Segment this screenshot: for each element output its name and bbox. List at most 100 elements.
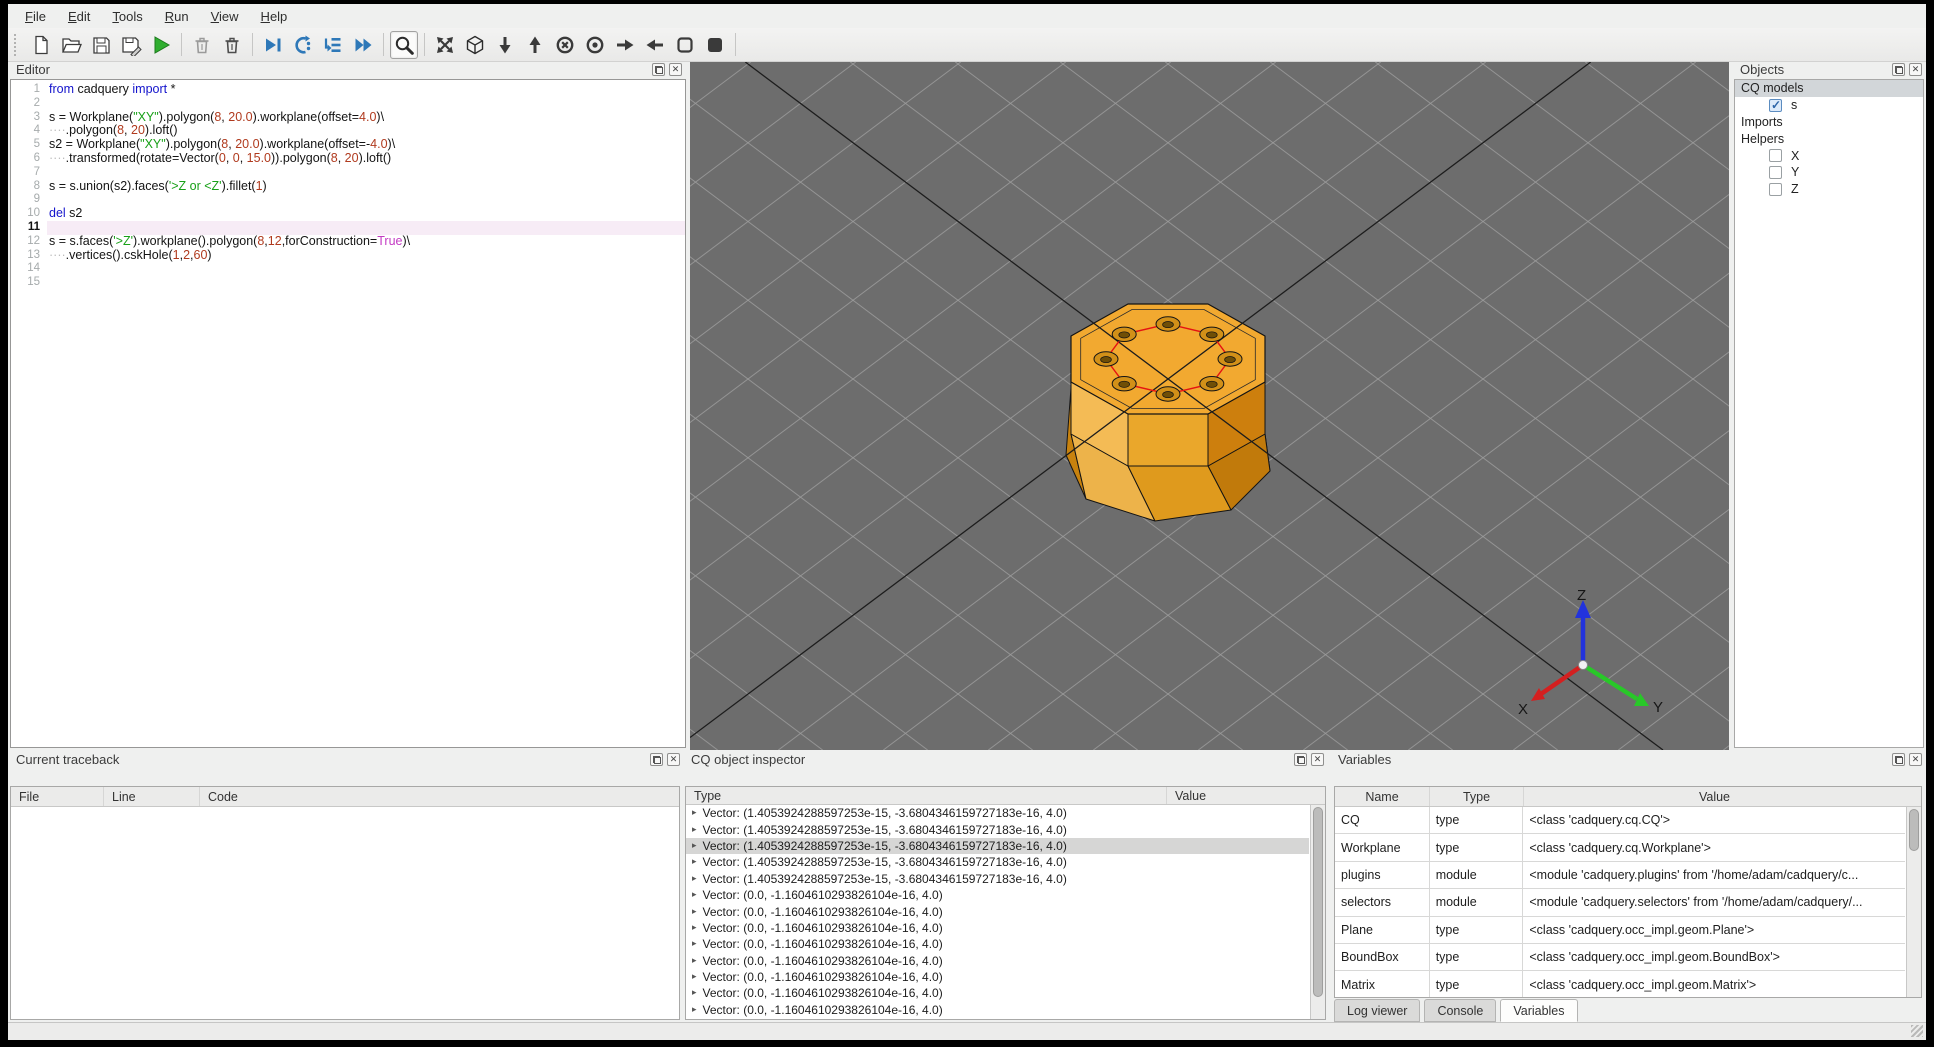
inspector-row[interactable]: ▸ Vector: (0.0, -1.1604610293826104e-16, …	[686, 903, 1309, 919]
code-line-10[interactable]: 10 del s2	[11, 206, 685, 221]
viewport-3d[interactable]: Z X Y	[690, 62, 1729, 750]
save-as-button[interactable]	[117, 31, 145, 59]
code-line-4[interactable]: 4 ····.polygon(8, 20).loft()	[11, 123, 685, 138]
expand-icon[interactable]: ▸	[692, 841, 697, 851]
code-line-15[interactable]: 15	[11, 276, 685, 290]
resize-grip[interactable]	[1911, 1025, 1923, 1037]
top-view-button[interactable]	[491, 31, 519, 59]
code-line-2[interactable]: 2	[11, 97, 685, 111]
wireframe-view-button[interactable]	[671, 31, 699, 59]
objects-item-y[interactable]: Y	[1735, 164, 1923, 181]
unchecked-checkbox[interactable]	[1769, 182, 1782, 196]
close-panel-icon[interactable]	[1909, 63, 1922, 76]
expand-icon[interactable]: ▸	[692, 1005, 697, 1015]
expand-icon[interactable]: ▸	[692, 890, 697, 900]
delete-button[interactable]	[188, 31, 216, 59]
front-view-button[interactable]	[551, 31, 579, 59]
inspector-scrollbar-thumb[interactable]	[1313, 807, 1323, 997]
code-editor[interactable]: 1 from cadquery import * 2 3 s = Workplane("…	[10, 79, 686, 748]
variable-row-plugins[interactable]: plugins module <module 'cadquery.plugins' …	[1335, 861, 1905, 890]
inspector-row[interactable]: ▸ Vector: (0.0, -1.1604610293826104e-16, …	[686, 887, 1309, 903]
delete-all-button[interactable]	[218, 31, 246, 59]
close-panel-icon[interactable]	[667, 753, 680, 766]
objects-item-x[interactable]: X	[1735, 147, 1923, 164]
close-panel-icon[interactable]	[1909, 753, 1922, 766]
code-line-11[interactable]: 11	[11, 220, 685, 235]
fit-all-button[interactable]	[431, 31, 459, 59]
open-file-button[interactable]	[57, 31, 85, 59]
expand-icon[interactable]: ▸	[692, 939, 697, 949]
inspector-row[interactable]: ▸ Vector: (1.4053924288597253e-15, -3.680…	[686, 837, 1309, 855]
inspector-row[interactable]: ▸ Vector: (1.4053924288597253e-15, -3.680…	[686, 821, 1309, 837]
code-line-8[interactable]: 8 s = s.union(s2).faces('>Z or <Z').fille…	[11, 179, 685, 194]
code-line-6[interactable]: 6 ····.transformed(rotate=Vector(0, 0, 15…	[11, 151, 685, 166]
checked-checkbox[interactable]	[1769, 98, 1782, 112]
close-panel-icon[interactable]	[1311, 753, 1324, 766]
inspector-row[interactable]: ▸ Vector: (1.4053924288597253e-15, -3.680…	[686, 805, 1309, 821]
expand-icon[interactable]: ▸	[692, 907, 697, 917]
tab-variables[interactable]: Variables	[1500, 999, 1578, 1022]
traceback-col-code[interactable]: Code	[199, 787, 679, 806]
unchecked-checkbox[interactable]	[1769, 149, 1782, 163]
variable-row-plane[interactable]: Plane type <class 'cadquery.occ_impl.geom.…	[1335, 916, 1905, 944]
tab-log-viewer[interactable]: Log viewer	[1334, 999, 1421, 1022]
menu-run[interactable]: Run	[154, 6, 200, 27]
inspector-row[interactable]: ▸ Vector: (0.0, -1.1604610293826104e-16, …	[686, 953, 1309, 969]
objects-item-helpers[interactable]: Helpers	[1735, 130, 1923, 147]
code-line-14[interactable]: 14	[11, 262, 685, 276]
variables-col-value[interactable]: Value	[1523, 787, 1905, 806]
float-panel-icon[interactable]	[652, 63, 665, 76]
code-line-5[interactable]: 5 s2 = Workplane("XY").polygon(8, 20.0).w…	[11, 137, 685, 152]
unchecked-checkbox[interactable]	[1769, 165, 1782, 179]
float-panel-icon[interactable]	[650, 753, 663, 766]
code-line-7[interactable]: 7	[11, 166, 685, 180]
code-line-13[interactable]: 13 ····.vertices().cskHole(1,2,60)	[11, 248, 685, 263]
variable-row-workplane[interactable]: Workplane type <class 'cadquery.cq.Workpla…	[1335, 834, 1905, 862]
toolbar-handle[interactable]	[14, 33, 19, 56]
menu-view[interactable]: View	[200, 6, 250, 27]
iso-view-button[interactable]	[461, 31, 489, 59]
close-panel-icon[interactable]	[669, 63, 682, 76]
objects-item-z[interactable]: Z	[1735, 181, 1923, 198]
variables-col-name[interactable]: Name	[1335, 787, 1429, 806]
float-panel-icon[interactable]	[1294, 753, 1307, 766]
expand-icon[interactable]: ▸	[692, 988, 697, 998]
menu-file[interactable]: File	[14, 6, 57, 27]
zoom-fit-button[interactable]	[390, 30, 418, 59]
variable-row-boundbox[interactable]: BoundBox type <class 'cadquery.occ_impl.ge…	[1335, 944, 1905, 972]
debug-continue-button[interactable]	[349, 31, 377, 59]
inspector-row[interactable]: ▸ Vector: (1.4053924288597253e-15, -3.680…	[686, 854, 1309, 870]
expand-icon[interactable]: ▸	[692, 825, 697, 835]
variables-scrollbar[interactable]	[1906, 807, 1921, 997]
viewport-canvas[interactable]: Z X Y	[690, 62, 1729, 750]
debug-step-in-button[interactable]	[289, 31, 317, 59]
inspector-row[interactable]: ▸ Vector: (1.4053924288597253e-15, -3.680…	[686, 871, 1309, 887]
code-line-3[interactable]: 3 s = Workplane("XY").polygon(8, 20.0).wo…	[11, 110, 685, 125]
expand-icon[interactable]: ▸	[692, 923, 697, 933]
back-view-button[interactable]	[581, 31, 609, 59]
debug-step-button[interactable]	[259, 31, 287, 59]
left-view-button[interactable]	[611, 31, 639, 59]
shaded-view-button[interactable]	[701, 31, 729, 59]
menu-tools[interactable]: Tools	[101, 6, 153, 27]
right-view-button[interactable]	[641, 31, 669, 59]
inspector-row[interactable]: ▸ Vector: (0.0, -1.1604610293826104e-16, …	[686, 969, 1309, 985]
variable-row-matrix[interactable]: Matrix type <class 'cadquery.occ_impl.geom…	[1335, 971, 1905, 997]
inspector-row[interactable]: ▸ Vector: (0.0, -1.1604610293826104e-16, …	[686, 920, 1309, 936]
inspector-col-value[interactable]: Value	[1166, 787, 1325, 804]
expand-icon[interactable]: ▸	[692, 808, 697, 818]
inspector-scrollbar[interactable]	[1310, 805, 1325, 1019]
expand-icon[interactable]: ▸	[692, 956, 697, 966]
inspector-row[interactable]: ▸ Vector: (0.0, -1.1604610293826104e-16, …	[686, 985, 1309, 1001]
save-button[interactable]	[87, 31, 115, 59]
code-line-12[interactable]: 12 s = s.faces('>Z').workplane().polygon(…	[11, 234, 685, 249]
menu-help[interactable]: Help	[250, 6, 299, 27]
expand-icon[interactable]: ▸	[692, 972, 697, 982]
inspector-row[interactable]: ▸ Vector: (0.0, -1.1604610293826104e-16, …	[686, 1002, 1309, 1018]
traceback-col-file[interactable]: File	[11, 787, 103, 806]
traceback-col-line[interactable]: Line	[103, 787, 199, 806]
expand-icon[interactable]: ▸	[692, 857, 697, 867]
run-button[interactable]	[147, 31, 175, 59]
code-line-9[interactable]: 9	[11, 193, 685, 207]
objects-item-imports[interactable]: Imports	[1735, 114, 1923, 131]
